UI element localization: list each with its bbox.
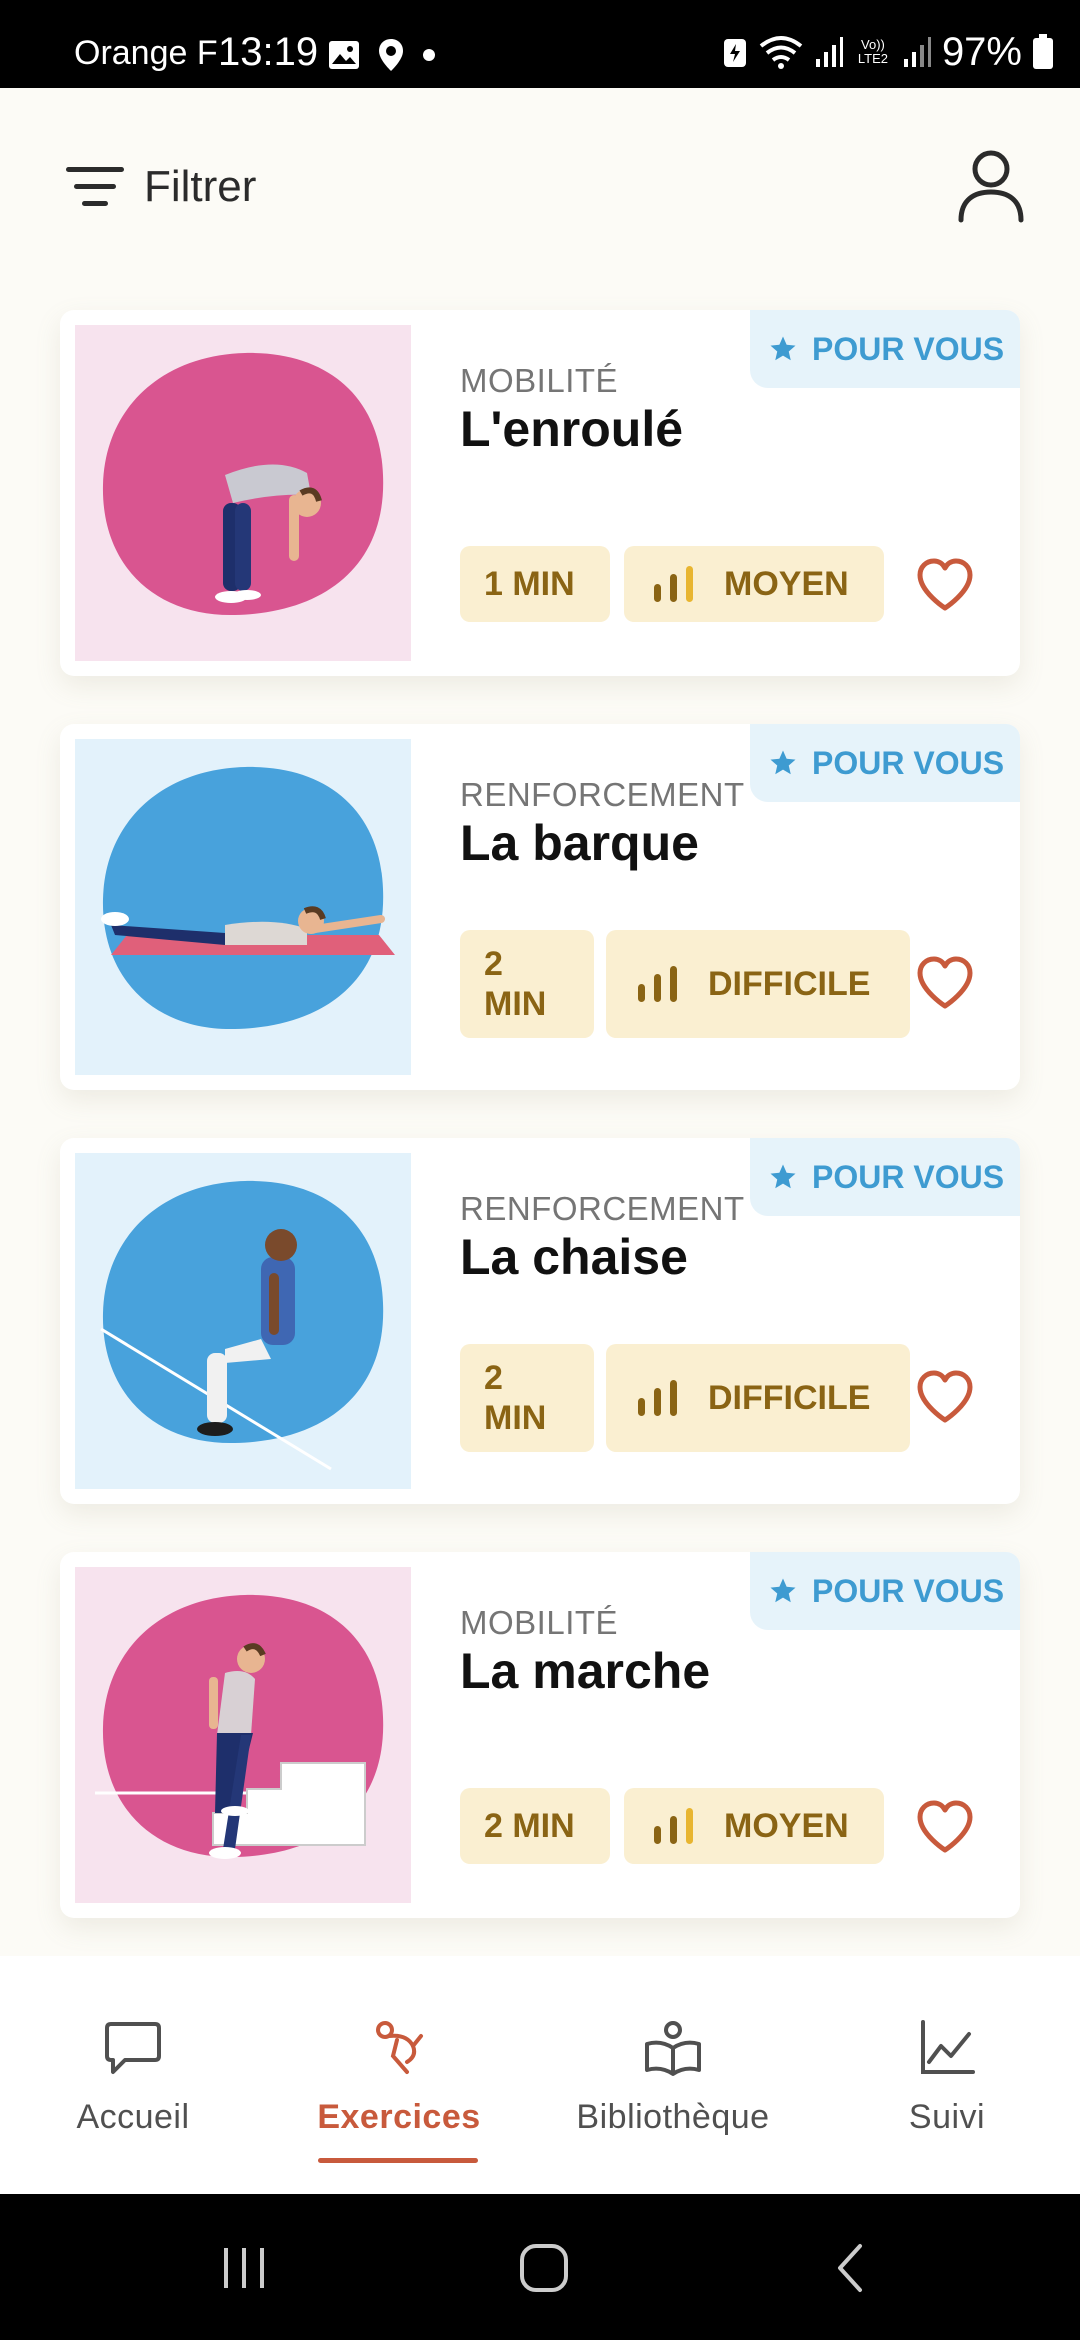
wifi-icon: [759, 36, 803, 69]
exercise-category: MOBILITÉ: [460, 362, 619, 399]
exercise-illustration: [75, 1153, 411, 1489]
bottom-navigation: Accueil Exercices Bibliothèque Suivi: [0, 1956, 1080, 2194]
duration-unit: MIN: [484, 1399, 547, 1437]
nav-item-accueil[interactable]: Accueil: [18, 2016, 248, 2137]
favorite-heart-icon[interactable]: [916, 1800, 974, 1854]
exercise-title: La barque: [460, 815, 699, 871]
clock: 13:19: [218, 30, 319, 74]
battery-icon: [1033, 34, 1053, 69]
active-tab-indicator: [318, 2158, 478, 2163]
nav-item-suivi[interactable]: Suivi: [832, 2016, 1062, 2137]
exercise-card[interactable]: POUR VOUS MOBILITÉ L'enroulé 1 MIN MOYEN: [60, 310, 1020, 676]
badge-label: POUR VOUS: [812, 744, 1005, 781]
badge-label: POUR VOUS: [812, 1158, 1005, 1195]
favorite-heart-icon[interactable]: [916, 956, 974, 1010]
system-navigation-bar: [0, 2194, 1080, 2340]
nav-label: Bibliothèque: [576, 2098, 770, 2136]
favorite-heart-icon[interactable]: [916, 558, 974, 612]
difficulty-label: DIFFICILE: [708, 965, 871, 1003]
filter-lines-icon: [66, 167, 124, 206]
exercise-title: La chaise: [460, 1229, 688, 1285]
star-icon: [770, 1164, 796, 1189]
exercise-card[interactable]: POUR VOUS RENFORCEMENT La chaise 2 MIN D…: [60, 1138, 1020, 1504]
exercise-title: La marche: [460, 1643, 711, 1699]
nav-item-exercices[interactable]: Exercices: [284, 2016, 514, 2137]
duration-chip: 2 MIN: [460, 930, 594, 1038]
for-you-badge: POUR VOUS: [750, 1138, 1020, 1216]
difficulty-label: MOYEN: [724, 1807, 849, 1845]
star-icon: [770, 336, 796, 361]
recent-apps-icon[interactable]: [218, 2242, 270, 2294]
badge-label: POUR VOUS: [812, 330, 1005, 367]
for-you-badge: POUR VOUS: [750, 1552, 1020, 1630]
user-icon[interactable]: [956, 148, 1026, 224]
level-bars-icon: [638, 1380, 677, 1416]
difficulty-chip: MOYEN: [624, 546, 884, 622]
level-bars-icon: [638, 966, 677, 1002]
duration-label: 2 MIN: [484, 1807, 575, 1845]
nav-label: Suivi: [908, 2098, 986, 2136]
reader-book-icon: [645, 2021, 701, 2076]
for-you-badge: POUR VOUS: [750, 310, 1020, 388]
duration-chip: 1 MIN: [460, 546, 610, 622]
exercise-card[interactable]: POUR VOUS RENFORCEMENT La barque 2 MIN D…: [60, 724, 1020, 1090]
back-icon[interactable]: [826, 2242, 878, 2294]
status-bar: Orange F 13:19 Vo)) LTE2 97%: [0, 0, 1080, 88]
favorite-heart-icon[interactable]: [916, 1370, 974, 1424]
battery-saver-icon: [723, 39, 746, 67]
chat-bubble-icon: [105, 2022, 161, 2074]
difficulty-label: MOYEN: [724, 565, 849, 603]
duration-number: 2: [484, 945, 503, 983]
nav-item-bibliotheque[interactable]: Bibliothèque: [558, 2016, 788, 2137]
nav-label: Exercices: [317, 2098, 481, 2136]
difficulty-chip: MOYEN: [624, 1788, 884, 1864]
duration-chip: 2 MIN: [460, 1344, 594, 1452]
exercise-illustration: [75, 1567, 411, 1903]
star-icon: [770, 1578, 796, 1603]
line-chart-icon: [921, 2020, 975, 2074]
level-bars-icon: [654, 1808, 693, 1844]
exercise-illustration: [75, 739, 411, 1075]
battery-percent: 97%: [941, 29, 1022, 74]
difficulty-chip: DIFFICILE: [606, 1344, 910, 1452]
filter-label: Filtrer: [144, 162, 257, 211]
location-icon: [379, 39, 403, 71]
badge-label: POUR VOUS: [812, 1572, 1005, 1609]
duration-number: 2: [484, 1359, 503, 1397]
signal-icon: [815, 37, 843, 67]
filter-button[interactable]: Filtrer: [64, 152, 256, 222]
for-you-badge: POUR VOUS: [750, 724, 1020, 802]
duration-chip: 2 MIN: [460, 1788, 610, 1864]
difficulty-chip: DIFFICILE: [606, 930, 910, 1038]
exercise-title: L'enroulé: [460, 401, 684, 457]
duration-label: 1 MIN: [484, 565, 575, 603]
exercise-card[interactable]: POUR VOUS MOBILITÉ La marche 2 MIN MOYEN: [60, 1552, 1020, 1918]
notification-dot-icon: [423, 49, 435, 61]
exercise-category: RENFORCEMENT: [460, 776, 745, 813]
exercise-illustration: [75, 325, 411, 661]
difficulty-label: DIFFICILE: [708, 1379, 871, 1417]
exercise-figure-icon: [376, 2021, 423, 2074]
level-bars-icon: [654, 566, 693, 602]
exercise-category: RENFORCEMENT: [460, 1190, 745, 1227]
exercise-category: MOBILITÉ: [460, 1604, 619, 1641]
volte-indicator: Vo)) LTE2: [857, 37, 888, 66]
duration-unit: MIN: [484, 985, 547, 1023]
star-icon: [770, 750, 796, 775]
signal-icon-2: [903, 37, 931, 67]
app-header: Filtrer: [0, 88, 1080, 280]
nav-label: Accueil: [76, 2098, 190, 2136]
home-icon[interactable]: [518, 2242, 570, 2294]
carrier-name: Orange F: [74, 34, 218, 72]
gallery-icon: [329, 41, 359, 69]
